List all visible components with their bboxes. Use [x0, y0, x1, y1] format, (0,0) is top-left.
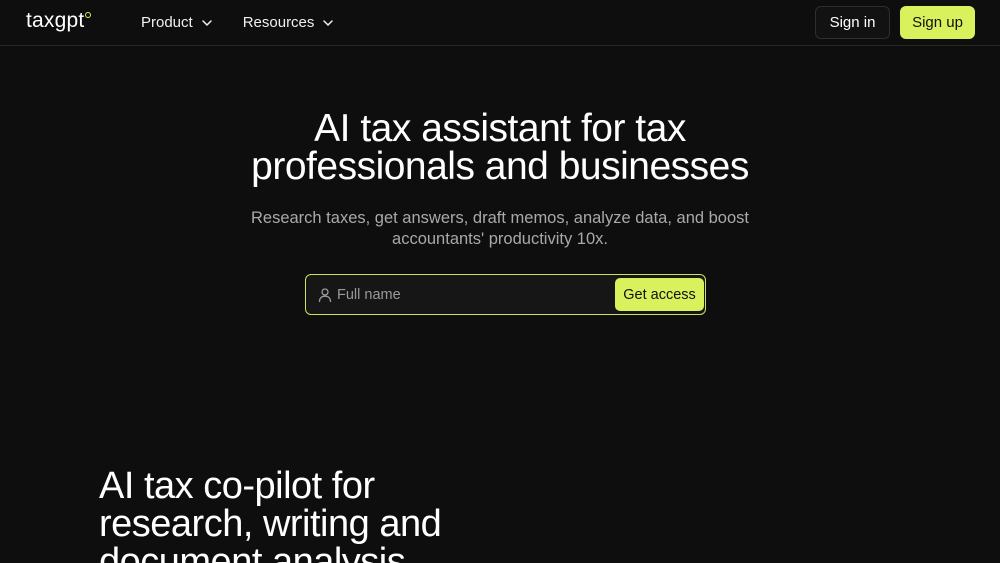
top-navbar: taxgpt Product Resources Sign in Sign up: [0, 0, 1000, 46]
section-title-line-1: AI tax co-pilot for: [99, 465, 375, 507]
section-title-line-3: document analysis: [99, 541, 406, 563]
get-access-button[interactable]: Get access: [615, 278, 704, 311]
main-nav: Product Resources: [141, 14, 334, 31]
logo-text: taxgpt: [26, 9, 85, 32]
user-icon: [318, 288, 332, 303]
get-access-form: Get access: [305, 274, 706, 315]
hero-title: AI tax assistant for tax professionals a…: [0, 107, 1000, 188]
section-title: AI tax co-pilot for research, writing an…: [99, 467, 699, 563]
taxgpt-logo[interactable]: taxgpt: [26, 9, 92, 33]
chevron-down-icon: [323, 19, 334, 26]
nav-product-label: Product: [141, 14, 193, 31]
full-name-input[interactable]: [337, 280, 607, 309]
nav-resources[interactable]: Resources: [243, 14, 335, 31]
hero-title-line-1: AI tax assistant for tax: [314, 107, 686, 150]
sign-in-button[interactable]: Sign in: [815, 6, 890, 39]
nav-resources-label: Resources: [242, 14, 315, 31]
section-title-line-2: research, writing and: [99, 503, 442, 545]
logo-dot-icon: [85, 12, 92, 18]
nav-product[interactable]: Product: [141, 14, 213, 31]
hero-subtitle-line-2: accountants' productivity 10x.: [392, 230, 608, 248]
hero-title-line-2: professionals and businesses: [251, 145, 749, 188]
chevron-down-icon: [201, 19, 212, 26]
sign-up-button[interactable]: Sign up: [900, 6, 975, 39]
hero-subtitle-line-1: Research taxes, get answers, draft memos…: [250, 209, 749, 227]
hero-subtitle: Research taxes, get answers, draft memos…: [0, 208, 1000, 250]
